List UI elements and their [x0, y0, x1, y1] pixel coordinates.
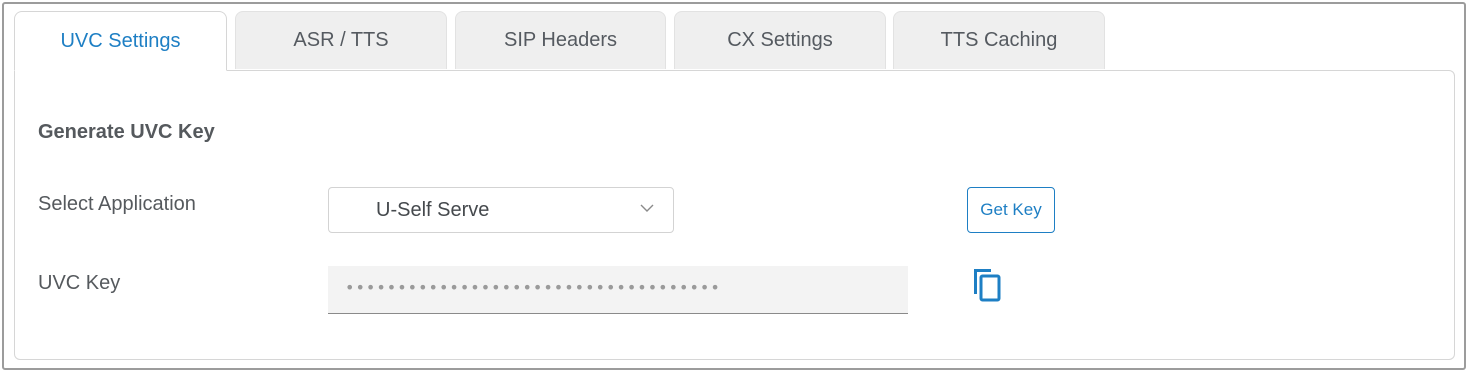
select-application-label: Select Application: [38, 193, 196, 215]
copy-icon[interactable]: [970, 266, 1004, 304]
tab-tts-caching[interactable]: TTS Caching: [893, 11, 1105, 69]
tab-cx-settings[interactable]: CX Settings: [674, 11, 886, 69]
uvc-key-value: ••••••••••••••••••••••••••••••••••••: [345, 278, 721, 297]
get-key-button[interactable]: Get Key: [967, 187, 1055, 233]
tab-sip-headers[interactable]: SIP Headers: [455, 11, 666, 69]
application-select-value: U-Self Serve: [376, 199, 490, 221]
uvc-key-field[interactable]: ••••••••••••••••••••••••••••••••••••: [328, 266, 908, 314]
application-select[interactable]: U-Self Serve: [328, 187, 674, 233]
tab-bar: UVC Settings ASR / TTS SIP Headers CX Se…: [14, 11, 1314, 71]
section-title: Generate UVC Key: [38, 121, 215, 143]
tab-uvc-settings[interactable]: UVC Settings: [14, 11, 227, 71]
uvc-settings-panel: Generate UVC Key Select Application U-Se…: [14, 70, 1455, 360]
chevron-down-icon: [640, 204, 654, 212]
uvc-key-label: UVC Key: [38, 272, 121, 294]
tab-asr-tts[interactable]: ASR / TTS: [235, 11, 447, 69]
